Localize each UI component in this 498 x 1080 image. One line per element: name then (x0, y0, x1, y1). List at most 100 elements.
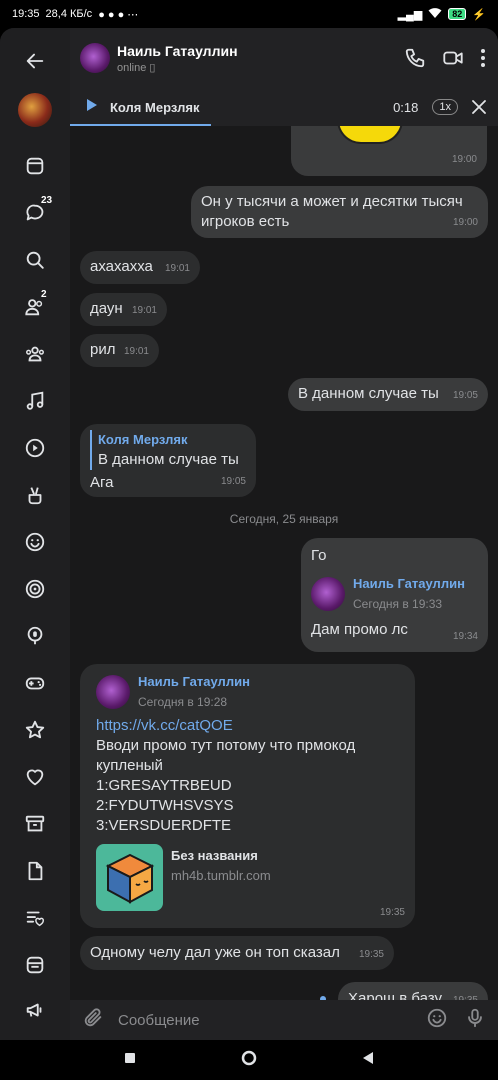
contact-status: online ▯ (117, 61, 238, 74)
phone-icon (405, 48, 425, 68)
contact-avatar[interactable] (80, 43, 110, 73)
message-time: 19:01 (123, 346, 149, 357)
message-composer: Сообщение (70, 1000, 498, 1040)
voice-message-button[interactable] (464, 1007, 486, 1034)
sidebar-item-video[interactable] (0, 428, 70, 468)
charging-icon: ⚡ (472, 8, 486, 21)
message-bubble-outgoing[interactable]: Харош в базу 19:35 (338, 982, 488, 1000)
sidebar-item-music[interactable] (0, 381, 70, 421)
sidebar-item-likes[interactable] (0, 757, 70, 797)
message-bubble-incoming-forward[interactable]: Наиль Гатауллин Сегодня в 19:28 https://… (80, 664, 415, 928)
battery-icon: 82 (448, 8, 467, 20)
back-nav-button[interactable] (362, 1051, 374, 1070)
message-text: В данном случае ты (298, 385, 439, 402)
clips-icon (28, 487, 42, 505)
forwarded-header[interactable]: Наиль Гатауллин Сегодня в 19:28 (96, 672, 405, 712)
track-name: Коля Мерзляк (110, 99, 200, 115)
message-bubble-incoming[interactable]: даун 19:01 (80, 293, 167, 326)
sidebar-item-wishlist[interactable] (0, 898, 70, 938)
heart-icon (26, 769, 44, 786)
sidebar: 23 2 (0, 28, 70, 1040)
smile-icon (427, 1008, 447, 1027)
status-text: online (117, 61, 147, 74)
sidebar-profile[interactable] (0, 90, 70, 130)
play-button[interactable] (86, 98, 98, 117)
message-bubble-incoming[interactable]: рил 19:01 (80, 334, 159, 367)
sidebar-item-archive[interactable] (0, 804, 70, 844)
sidebar-item-clips[interactable] (0, 475, 70, 515)
cube-face-icon (105, 853, 154, 904)
message-time: 19:05 (220, 476, 246, 487)
message-link[interactable]: https://vk.cc/catQOE (96, 716, 405, 736)
square-icon (125, 1053, 135, 1063)
message-input[interactable]: Сообщение (118, 1012, 200, 1029)
home-button[interactable] (241, 1050, 257, 1071)
play-icon (87, 98, 97, 111)
emoji-button[interactable] (426, 1007, 448, 1034)
wifi-icon (428, 7, 442, 22)
audio-player-bar[interactable]: Коля Мерзляк 0:18 1x (70, 88, 498, 126)
video-call-button[interactable] (442, 47, 464, 69)
sidebar-item-podcasts[interactable] (0, 616, 70, 656)
attach-button[interactable] (82, 1007, 104, 1034)
sidebar-item-bookmarks[interactable] (0, 710, 70, 750)
message-bubble-incoming-reply[interactable]: Коля Мерзляк В данном случае ты Ага 19:0… (80, 424, 256, 497)
sidebar-item-services[interactable] (0, 945, 70, 985)
sidebar-item-documents[interactable] (0, 851, 70, 891)
message-bubble-incoming[interactable]: Одному челу дал уже он топ сказал 19:35 (80, 936, 394, 970)
list-heart-icon (26, 911, 44, 927)
more-menu-button[interactable] (480, 47, 486, 69)
notification-icons: ● ● ● ⋯ (98, 8, 139, 21)
promo-code-line: 1:GRESAYTRBEUD (96, 777, 232, 794)
forwarded-author: Наиль Гатауллин (138, 674, 250, 689)
message-bubble-incoming[interactable]: ахахахха 19:01 (80, 251, 200, 284)
podcast-icon (27, 626, 43, 645)
message-bubble-outgoing-forward[interactable]: Го Наиль Гатауллин Сегодня в 19:33 Дам п… (301, 538, 488, 652)
sidebar-item-friends[interactable]: 2 (0, 287, 70, 327)
network-speed: 28,4 КБ/с (45, 8, 93, 20)
message-bubble-sticker[interactable]: 19:00 (291, 126, 487, 176)
reply-text: В данном случае ты (98, 451, 239, 468)
circle-icon (241, 1050, 257, 1065)
message-bubble-outgoing[interactable]: Он у тысячи а может и десятки тысяч игро… (191, 186, 488, 238)
microphone-icon (468, 1008, 482, 1027)
communities-icon (26, 346, 44, 362)
snippet-thumbnail (96, 844, 163, 911)
avatar (18, 93, 52, 127)
archive-icon (25, 815, 45, 832)
status-time: 19:35 (12, 8, 40, 20)
track-time: 0:18 (393, 99, 419, 115)
back-button[interactable] (0, 41, 70, 81)
arrow-left-icon (26, 53, 44, 69)
mobile-icon: ▯ (149, 61, 156, 74)
services-icon (26, 956, 44, 974)
snippet-domain: mh4b.tumblr.com (171, 868, 271, 883)
sidebar-item-communities[interactable] (0, 334, 70, 374)
forwarded-author: Наиль Гатауллин (353, 576, 465, 591)
sidebar-item-ads[interactable] (0, 990, 70, 1030)
message-time: 19:35 (379, 907, 405, 918)
sidebar-item-games[interactable] (0, 663, 70, 703)
message-bubble-outgoing[interactable]: В данном случае ты 19:05 (288, 378, 488, 411)
call-button[interactable] (404, 47, 426, 69)
sidebar-item-messages[interactable]: 23 (0, 193, 70, 233)
sidebar-item-stickers[interactable] (0, 522, 70, 562)
system-nav-bar (0, 1040, 498, 1080)
forwarded-header[interactable]: Наиль Гатауллин Сегодня в 19:33 (311, 574, 478, 614)
signal-icon: ▂▄▆ (397, 8, 423, 21)
promo-code-line: 2:FYDUTWHSVSYS (96, 797, 234, 814)
link-snippet[interactable]: Без названия mh4b.tumblr.com (96, 844, 405, 911)
sidebar-item-news[interactable] (0, 146, 70, 186)
message-time: 19:34 (452, 631, 478, 642)
playback-speed-button[interactable]: 1x (432, 99, 458, 115)
reply-quote[interactable]: Коля Мерзляк В данном случае ты (90, 430, 246, 470)
close-player-button[interactable] (472, 100, 486, 114)
message-time: 19:35 (358, 949, 384, 960)
sidebar-item-target[interactable] (0, 569, 70, 609)
recents-button[interactable] (124, 1051, 136, 1069)
contact-info[interactable]: Наиль Гатауллин online ▯ (117, 43, 238, 74)
target-icon (25, 579, 45, 599)
star-icon (25, 720, 45, 739)
contact-name: Наиль Гатауллин (117, 42, 238, 59)
sidebar-item-search[interactable] (0, 240, 70, 280)
